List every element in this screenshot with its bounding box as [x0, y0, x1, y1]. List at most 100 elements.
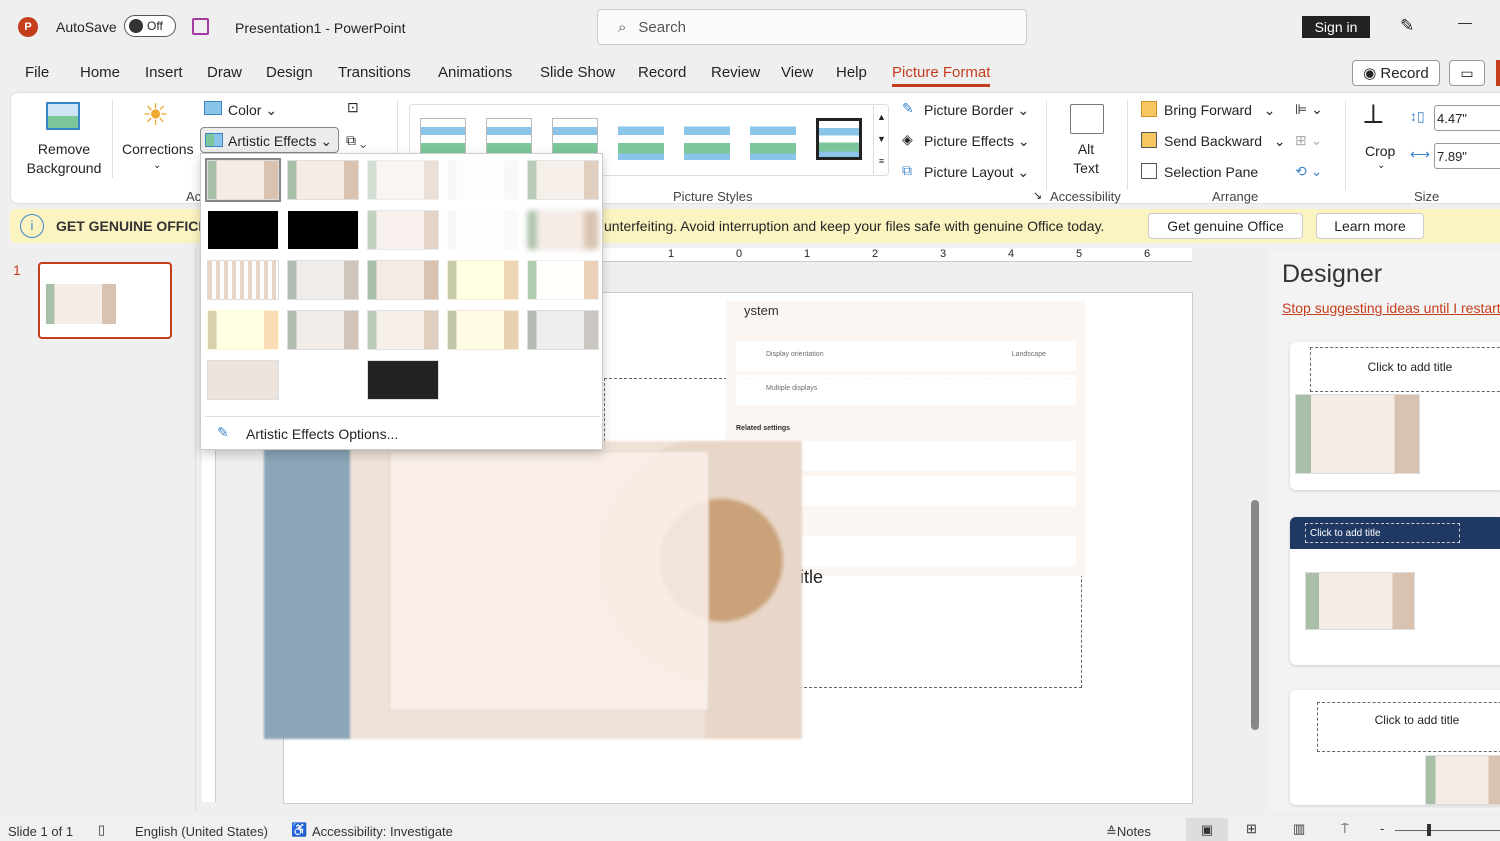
- artistic-effect-option[interactable]: [287, 310, 359, 350]
- artistic-effects-text: Artistic Effects: [228, 133, 317, 149]
- normal-view-icon[interactable]: ▣: [1186, 818, 1228, 841]
- picture-effects-icon: ◈: [902, 131, 913, 147]
- width-input[interactable]: 7.89": [1434, 143, 1500, 169]
- tab-slide-show[interactable]: Slide Show: [540, 64, 615, 81]
- record-button[interactable]: ◉ Record: [1352, 60, 1440, 86]
- tab-review[interactable]: Review: [711, 64, 760, 81]
- vertical-ruler: [202, 450, 216, 802]
- artistic-effect-option[interactable]: [205, 158, 281, 202]
- autosave-toggle[interactable]: Off: [124, 15, 176, 37]
- picture-style-7[interactable]: [816, 118, 862, 160]
- learn-more-button[interactable]: Learn more: [1316, 213, 1424, 239]
- artistic-effects-options-item[interactable]: Artistic Effects Options...: [246, 426, 398, 442]
- artistic-effect-option[interactable]: [527, 210, 599, 250]
- slide-show-icon[interactable]: ⍑: [1341, 821, 1349, 837]
- pen-icon[interactable]: ✎: [1400, 16, 1414, 36]
- remove-background-icon: [46, 102, 80, 130]
- rotate-icon[interactable]: ⟲ ⌄: [1295, 163, 1322, 180]
- tab-insert[interactable]: Insert: [145, 64, 183, 81]
- artistic-effect-option[interactable]: [367, 160, 439, 200]
- crop-button[interactable]: Crop: [1365, 143, 1395, 159]
- artistic-effect-option[interactable]: [527, 260, 599, 300]
- bring-forward-button[interactable]: Bring Forward ⌄: [1164, 102, 1275, 119]
- picture-layout-button[interactable]: Picture Layout ⌄: [924, 164, 1029, 181]
- artistic-effect-option[interactable]: [287, 210, 359, 250]
- artistic-effect-option[interactable]: [527, 160, 599, 200]
- accessibility-status[interactable]: Accessibility: Investigate: [312, 824, 453, 839]
- search-input[interactable]: ⌕ Search: [597, 9, 1027, 45]
- label-line: Alt: [1077, 141, 1095, 157]
- zoom-out-button[interactable]: -: [1380, 821, 1384, 836]
- group-icon[interactable]: ⊞ ⌄: [1295, 132, 1322, 149]
- zoom-slider[interactable]: [1395, 824, 1500, 836]
- comments-button[interactable]: ▭: [1449, 60, 1485, 86]
- height-input[interactable]: 4.47": [1434, 105, 1500, 131]
- tab-help[interactable]: Help: [836, 64, 867, 81]
- tab-draw[interactable]: Draw: [207, 64, 242, 81]
- artistic-effect-option[interactable]: [447, 310, 519, 350]
- picture-effects-button[interactable]: Picture Effects ⌄: [924, 133, 1030, 150]
- artistic-effect-option[interactable]: [367, 360, 439, 400]
- tab-home[interactable]: Home: [80, 64, 120, 81]
- artistic-effect-option[interactable]: [207, 260, 279, 300]
- artistic-effect-option[interactable]: [367, 210, 439, 250]
- artistic-effects-options-icon: ✎: [217, 424, 229, 440]
- tab-animations[interactable]: Animations: [438, 64, 512, 81]
- vertical-scrollbar[interactable]: [1251, 250, 1261, 810]
- artistic-effect-option[interactable]: [207, 360, 279, 400]
- tab-record[interactable]: Record: [638, 64, 686, 81]
- zoom-slider-thumb[interactable]: [1427, 824, 1431, 836]
- tab-picture-format[interactable]: Picture Format: [892, 64, 991, 87]
- reading-view-icon[interactable]: ▥: [1293, 821, 1305, 837]
- tab-file[interactable]: File: [25, 64, 49, 81]
- get-genuine-office-button[interactable]: Get genuine Office: [1148, 213, 1303, 239]
- compress-pictures-icon[interactable]: ⊡: [347, 99, 359, 116]
- row-text: Display orientation: [766, 351, 824, 358]
- bring-forward-label: Bring Forward: [1164, 102, 1252, 118]
- notes-button[interactable]: ≙Notes: [1106, 824, 1151, 840]
- blurred-picture[interactable]: [264, 441, 802, 739]
- artistic-effect-option[interactable]: [527, 310, 599, 350]
- slide-sorter-icon[interactable]: ⊞: [1246, 821, 1257, 837]
- picture-style-4[interactable]: [618, 118, 664, 160]
- dialog-launcher-icon[interactable]: ↘: [1033, 189, 1042, 202]
- design-idea-2[interactable]: Click to add title: [1290, 517, 1500, 665]
- minimize-button[interactable]: —: [1458, 14, 1472, 30]
- slide-thumbnail[interactable]: [38, 262, 172, 339]
- change-picture-icon[interactable]: ⧉ ⌄: [346, 132, 367, 149]
- stop-suggesting-link[interactable]: Stop suggesting ideas until I restart: [1282, 300, 1500, 316]
- artistic-effect-option[interactable]: [447, 160, 519, 200]
- send-backward-button[interactable]: Send Backward ⌄: [1164, 133, 1285, 150]
- selection-pane-button[interactable]: Selection Pane: [1164, 164, 1258, 180]
- artistic-effect-option[interactable]: [447, 210, 519, 250]
- artistic-effect-option[interactable]: [207, 210, 279, 250]
- color-button[interactable]: Color ⌄: [228, 102, 277, 119]
- artistic-effect-option[interactable]: [287, 260, 359, 300]
- design-idea-3[interactable]: Click to add title: [1290, 690, 1500, 805]
- align-icon[interactable]: ⊫ ⌄: [1295, 101, 1323, 118]
- picture-style-5[interactable]: [684, 118, 730, 160]
- picture-style-6[interactable]: [750, 118, 796, 160]
- label-line: Remove: [37, 141, 91, 157]
- tab-design[interactable]: Design: [266, 64, 313, 81]
- design-idea-1[interactable]: Click to add title: [1290, 342, 1500, 490]
- tab-view[interactable]: View: [781, 64, 813, 81]
- artistic-effect-option[interactable]: [207, 310, 279, 350]
- scrollbar-thumb[interactable]: [1251, 500, 1259, 730]
- corrections-button[interactable]: Corrections: [122, 141, 194, 157]
- picture-border-button[interactable]: Picture Border ⌄: [924, 102, 1029, 119]
- artistic-effect-option[interactable]: [367, 260, 439, 300]
- artistic-effect-option[interactable]: [447, 260, 519, 300]
- artistic-effect-option[interactable]: [287, 360, 359, 400]
- artistic-effect-option[interactable]: [287, 160, 359, 200]
- tab-transitions[interactable]: Transitions: [338, 64, 411, 81]
- artistic-effect-option[interactable]: [367, 310, 439, 350]
- language[interactable]: English (United States): [135, 824, 268, 839]
- save-icon[interactable]: [192, 18, 209, 35]
- share-button[interactable]: [1496, 60, 1500, 86]
- spelling-icon[interactable]: ▯: [98, 822, 105, 838]
- gallery-scroll-controls[interactable]: ▲ ▼ ≡: [873, 106, 889, 174]
- remove-background-button[interactable]: Remove Background: [22, 140, 106, 178]
- sign-in-button[interactable]: Sign in: [1302, 16, 1370, 38]
- alt-text-button[interactable]: Alt Text: [1066, 140, 1106, 178]
